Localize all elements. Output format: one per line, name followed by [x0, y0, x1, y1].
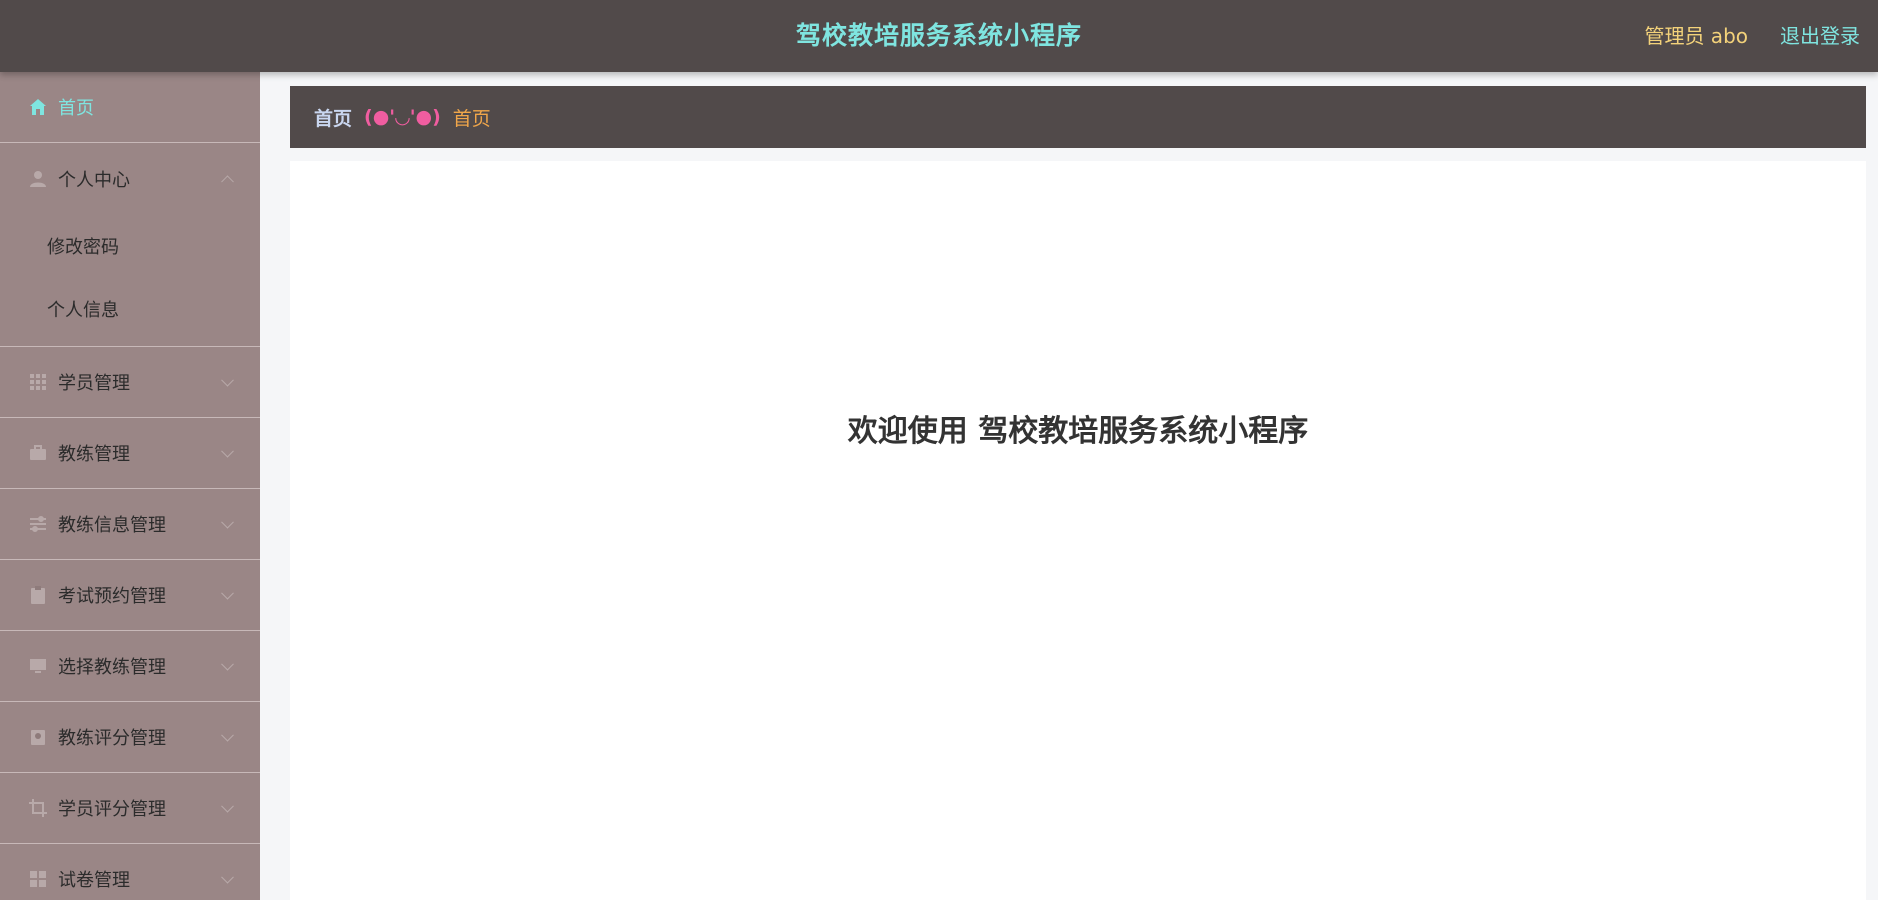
breadcrumb-current: 首页: [452, 107, 491, 130]
sidebar-item-label: 个人中心: [58, 169, 130, 191]
chevron-down-icon: [221, 373, 234, 387]
sidebar-item-student-management[interactable]: 学员管理: [0, 347, 260, 418]
breadcrumb-home-link[interactable]: 首页: [314, 104, 352, 131]
main-content: 欢迎使用 驾校教培服务系统小程序: [290, 161, 1866, 900]
sidebar-item-student-rating-management[interactable]: 学员评分管理: [0, 773, 260, 844]
chevron-down-icon: [221, 870, 234, 884]
sidebar-item-label: 教练管理: [58, 444, 130, 465]
clipboard-icon: [28, 585, 48, 605]
breadcrumb: 首页 (●'◡'●) 首页: [290, 86, 1866, 148]
breadcrumb-separator: (●'◡'●): [364, 106, 441, 128]
sidebar-item-label: 选择教练管理: [58, 657, 166, 678]
sidebar-item-label: 试卷管理: [58, 870, 130, 891]
grid-icon: [28, 372, 48, 392]
sidebar-item-label: 学员评分管理: [58, 799, 166, 820]
chevron-down-icon: [221, 799, 234, 813]
logout-button[interactable]: 退出登录: [1780, 0, 1860, 72]
chevron-up-icon: [221, 174, 234, 188]
chevron-down-icon: [221, 586, 234, 600]
app-title: 驾校教培服务系统小程序: [795, 21, 1082, 50]
home-icon: [28, 97, 48, 117]
sliders-icon: [28, 514, 48, 534]
badge-icon: [28, 727, 48, 747]
crop-icon: [28, 798, 48, 818]
briefcase-icon: [28, 443, 48, 463]
sidebar-item-coach-info-management[interactable]: 教练信息管理: [0, 489, 260, 560]
sidebar-item-label: 教练评分管理: [58, 728, 166, 749]
monitor-icon: [28, 656, 48, 676]
sidebar: 首页 个人中心 修改密码 个人信息 学员管理 教练管理 教练信息管理 考试预约管…: [0, 72, 260, 900]
submenu-personal-center: 修改密码 个人信息: [0, 214, 260, 347]
sidebar-item-coach-management[interactable]: 教练管理: [0, 418, 260, 489]
chevron-down-icon: [221, 657, 234, 671]
sidebar-item-exam-booking-management[interactable]: 考试预约管理: [0, 560, 260, 631]
welcome-message: 欢迎使用 驾校教培服务系统小程序: [847, 414, 1309, 449]
sidebar-item-home[interactable]: 首页: [0, 72, 260, 143]
sidebar-item-coach-rating-management[interactable]: 教练评分管理: [0, 702, 260, 773]
current-user-label: 管理员 abo: [1644, 24, 1748, 48]
user-icon: [28, 169, 48, 189]
top-bar: 驾校教培服务系统小程序 管理员 abo 退出登录: [0, 0, 1878, 72]
sidebar-item-label: 考试预约管理: [58, 586, 166, 607]
sidebar-item-label: 教练信息管理: [58, 515, 166, 536]
chevron-down-icon: [221, 444, 234, 458]
chevron-down-icon: [221, 515, 234, 529]
submenu-item-change-password[interactable]: 修改密码: [0, 214, 260, 277]
sidebar-item-label: 学员管理: [58, 373, 130, 394]
submenu-item-personal-info[interactable]: 个人信息: [0, 277, 260, 340]
sidebar-item-exam-paper-management[interactable]: 试卷管理: [0, 844, 260, 900]
sidebar-item-personal-center[interactable]: 个人中心: [0, 143, 260, 214]
sidebar-item-label: 首页: [58, 98, 94, 119]
apps-icon: [28, 869, 48, 889]
chevron-down-icon: [221, 728, 234, 742]
sidebar-item-select-coach-management[interactable]: 选择教练管理: [0, 631, 260, 702]
